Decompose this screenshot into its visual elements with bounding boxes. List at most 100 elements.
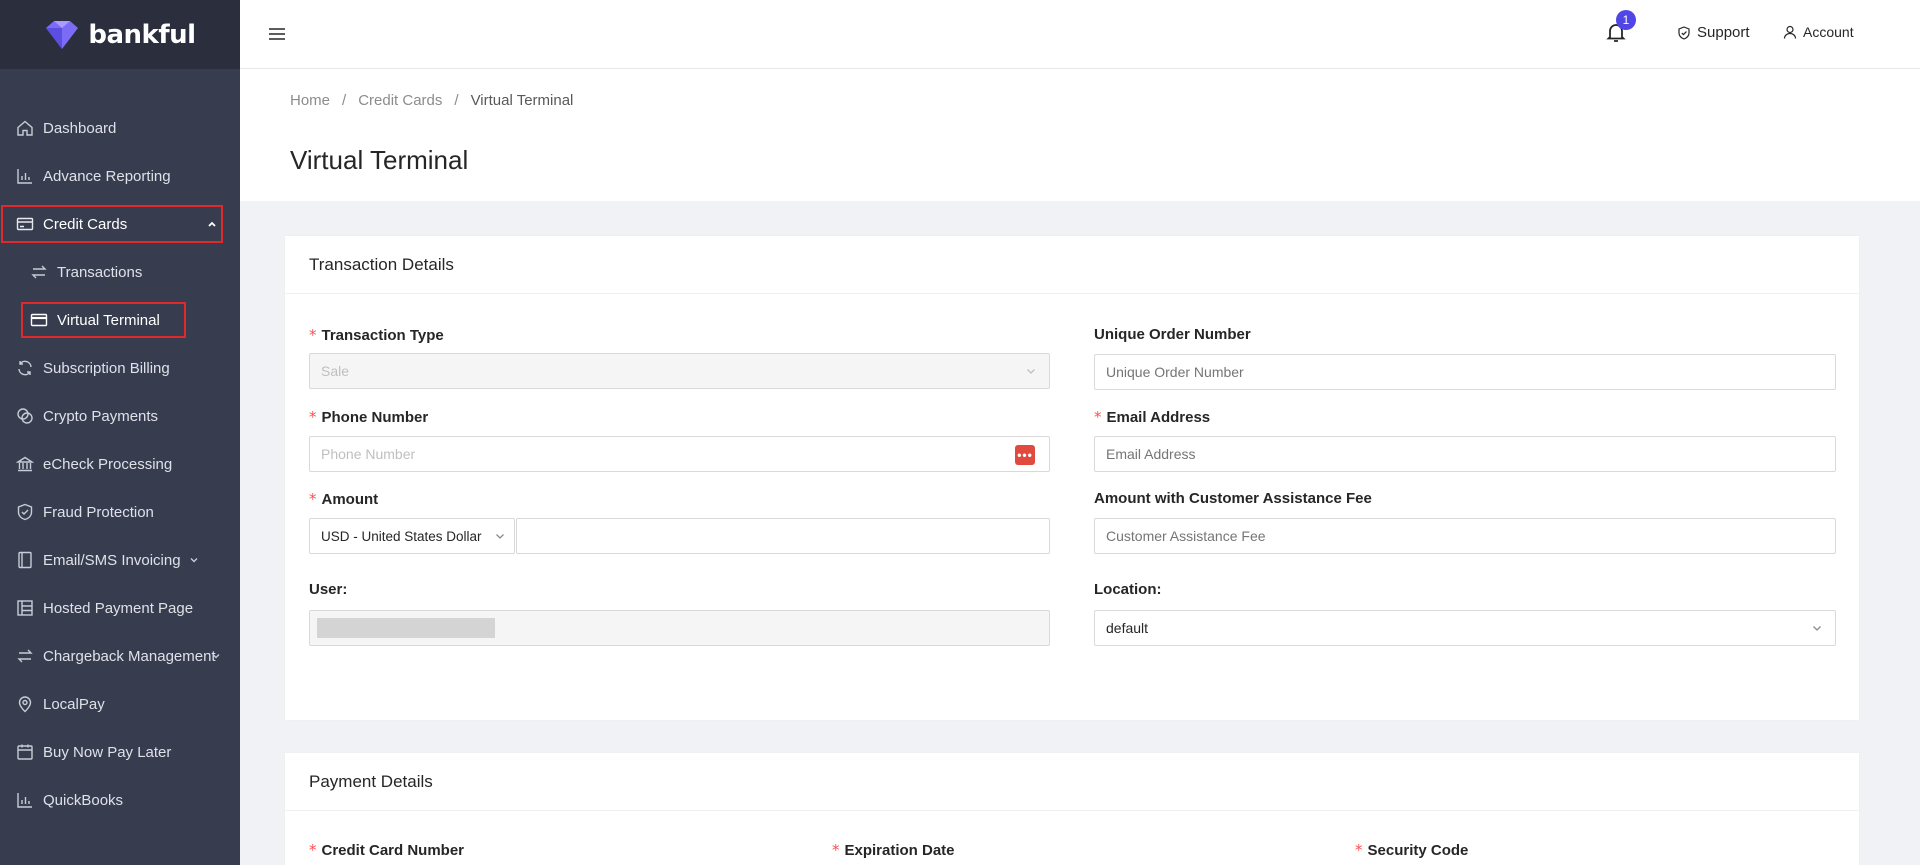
sidebar-item-label: Dashboard: [43, 119, 117, 137]
required-marker: *: [309, 490, 317, 508]
phone-number-label: * Phone Number: [309, 408, 428, 426]
bar-chart-icon: [16, 791, 34, 809]
breadcrumb-home[interactable]: Home: [290, 92, 330, 109]
brand-name: bankful: [88, 19, 196, 50]
assist-fee-input[interactable]: [1094, 518, 1836, 554]
redacted-block: [317, 618, 495, 638]
sidebar-item-label: Hosted Payment Page: [43, 599, 194, 617]
unique-order-input[interactable]: [1094, 354, 1836, 390]
document-icon: [16, 551, 34, 569]
password-manager-icon[interactable]: •••: [1015, 445, 1035, 465]
card-number-label: * Credit Card Number: [309, 841, 464, 859]
payment-details-heading: Payment Details: [285, 753, 1859, 811]
sidebar-item-label: Fraud Protection: [43, 503, 154, 521]
sidebar-item-label: eCheck Processing: [43, 455, 173, 473]
email-address-label: * Email Address: [1094, 408, 1210, 426]
card-number-label-text: Credit Card Number: [321, 842, 465, 859]
sidebar-item-label: Email/SMS Invoicing: [43, 551, 181, 569]
phone-number-placeholder: Phone Number: [321, 446, 416, 462]
sidebar-item-label: Buy Now Pay Later: [43, 743, 172, 761]
chevron-down-icon: [190, 558, 198, 563]
sidebar-item-dashboard[interactable]: Dashboard: [0, 104, 240, 152]
bank-icon: [16, 455, 34, 473]
required-marker: *: [1355, 841, 1363, 859]
required-marker: *: [1094, 408, 1102, 426]
email-address-input[interactable]: [1094, 436, 1836, 472]
breadcrumb: Home / Credit Cards / Virtual Terminal: [290, 92, 573, 109]
menu-toggle-icon[interactable]: [268, 26, 286, 42]
sidebar-item-crypto-payments[interactable]: Crypto Payments: [0, 392, 240, 440]
transaction-type-select[interactable]: Sale: [309, 353, 1050, 389]
chevron-down-icon: [1027, 369, 1035, 374]
breadcrumb-separator: /: [454, 92, 459, 109]
user-label: User:: [309, 581, 348, 598]
brand-logo[interactable]: bankful: [0, 0, 240, 69]
page-header: Home / Credit Cards / Virtual Terminal V…: [240, 69, 1920, 201]
required-marker: *: [309, 841, 317, 859]
security-code-label-text: Security Code: [1367, 842, 1469, 859]
location-value: default: [1106, 620, 1149, 636]
expiration-date-label-text: Expiration Date: [844, 842, 955, 859]
expiration-date-label: * Expiration Date: [832, 841, 955, 859]
sidebar-item-hosted-payment-page[interactable]: Hosted Payment Page: [0, 584, 240, 632]
coins-icon: [16, 407, 34, 425]
layout-icon: [16, 599, 34, 617]
transaction-type-label: * Transaction Type: [309, 326, 444, 344]
sidebar-item-quickbooks[interactable]: QuickBooks: [0, 776, 240, 824]
swap-icon: [30, 263, 48, 281]
sidebar-item-label: QuickBooks: [43, 791, 124, 809]
unique-order-label: Unique Order Number: [1094, 326, 1251, 343]
sidebar-item-localpay[interactable]: LocalPay: [0, 680, 240, 728]
phone-number-input[interactable]: Phone Number •••: [309, 436, 1050, 472]
breadcrumb-credit-cards[interactable]: Credit Cards: [358, 92, 442, 109]
home-icon: [16, 119, 34, 137]
user-field: [309, 610, 1050, 646]
amount-label: * Amount: [309, 490, 378, 508]
sidebar-item-buy-now-pay-later[interactable]: Buy Now Pay Later: [0, 728, 240, 776]
account-link[interactable]: Account: [1783, 24, 1854, 40]
diamond-logo-icon: [46, 20, 79, 49]
transaction-details-heading: Transaction Details: [285, 236, 1859, 294]
swap-icon: [16, 647, 34, 665]
sidebar-item-chargeback-management[interactable]: Chargeback Management: [0, 632, 240, 680]
page-title: Virtual Terminal: [290, 145, 469, 175]
email-address-label-text: Email Address: [1106, 409, 1211, 426]
security-code-label: * Security Code: [1355, 841, 1468, 859]
assist-fee-label: Amount with Customer Assistance Fee: [1094, 490, 1372, 507]
breadcrumb-separator: /: [342, 92, 347, 109]
sidebar-item-subscription-billing[interactable]: Subscription Billing: [0, 344, 240, 392]
sidebar-item-advance-reporting[interactable]: Advance Reporting: [0, 152, 240, 200]
required-marker: *: [309, 326, 317, 344]
transaction-type-value: Sale: [321, 363, 350, 379]
sidebar-item-transactions[interactable]: Transactions: [0, 248, 240, 296]
sidebar-item-fraud-protection[interactable]: Fraud Protection: [0, 488, 240, 536]
shield-check-icon: [1678, 25, 1690, 40]
amount-input[interactable]: [516, 518, 1050, 554]
calendar-icon: [16, 743, 34, 761]
account-label: Account: [1803, 24, 1854, 40]
sidebar-item-email-sms-invoicing[interactable]: Email/SMS Invoicing: [0, 536, 240, 584]
amount-label-text: Amount: [321, 491, 379, 508]
sync-icon: [16, 359, 34, 377]
payment-details-card: Payment Details * Credit Card Number * Exp…: [284, 752, 1860, 865]
currency-value: USD - United States Dollar: [321, 528, 482, 544]
required-marker: *: [309, 408, 317, 426]
support-link[interactable]: Support: [1677, 24, 1750, 41]
required-marker: *: [832, 841, 840, 859]
top-header: 1 Support Account: [240, 0, 1920, 69]
transaction-details-card: Transaction Details * Transaction Type Sa…: [284, 235, 1860, 721]
phone-number-label-text: Phone Number: [321, 409, 429, 426]
currency-select[interactable]: USD - United States Dollar: [309, 518, 515, 554]
sidebar-item-echeck-processing[interactable]: eCheck Processing: [0, 440, 240, 488]
map-pin-icon: [16, 695, 34, 713]
sidebar-item-label: LocalPay: [43, 695, 105, 713]
chevron-down-icon: [212, 654, 220, 659]
sidebar-item-label: Crypto Payments: [43, 407, 159, 425]
sidebar-item-label: Transactions: [57, 263, 143, 281]
location-select[interactable]: default: [1094, 610, 1836, 646]
highlight-credit-cards: [1, 205, 223, 243]
shield-icon: [16, 503, 34, 521]
chevron-down-icon: [1813, 626, 1821, 631]
bar-chart-icon: [16, 167, 34, 185]
chevron-down-icon: [496, 534, 504, 539]
